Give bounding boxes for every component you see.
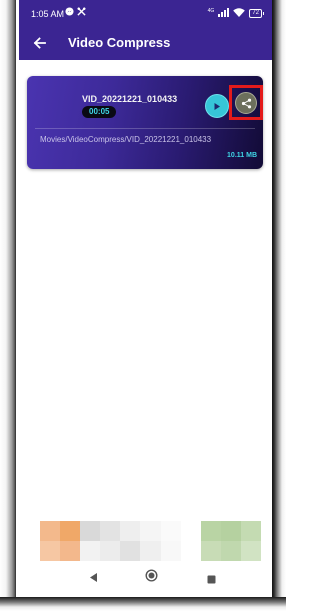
triangle-back-icon [90,573,97,582]
circle-home-icon [145,569,158,582]
nav-recents-button[interactable] [207,571,216,589]
play-icon [214,102,220,110]
app-bar: Video Compress [19,26,272,60]
wifi-icon [233,8,246,19]
ad-banner-blurred[interactable] [40,521,261,561]
duration-badge: 00:05 [82,106,117,118]
navigation-bar [19,561,272,593]
file-size: 10.11 MB [227,152,257,159]
status-bar: 1:05 AM 4G 72 [19,0,272,26]
video-filename: VID_20221221_010433 [82,94,178,104]
battery-level: 72 [249,9,262,18]
square-recents-icon [207,575,216,584]
device-frame-right [272,0,286,611]
signal-icon [218,8,230,19]
video-list-item[interactable]: VID_20221221_010433 00:05 Movies/VideoCo… [27,76,263,169]
status-time: 1:05 AM [31,9,65,19]
phone-screen: 1:05 AM 4G 72 Video Compress VID_2022122… [19,0,272,593]
share-icon [241,98,251,108]
device-frame-bottom [0,597,286,611]
video-path: Movies/VideoCompress/VID_20221221_010433 [40,135,212,144]
card-divider [35,128,255,129]
status-notification-icons [65,7,86,18]
nav-home-button[interactable] [145,569,158,587]
arrow-left-icon [33,37,46,49]
page-title: Video Compress [68,35,171,50]
status-system-icons: 4G 72 [208,8,264,19]
back-button[interactable] [29,33,49,53]
device-frame-left [0,0,16,611]
share-button[interactable] [235,92,257,114]
play-button[interactable] [205,94,229,118]
tools-icon [77,7,86,18]
battery-icon: 72 [249,9,264,18]
nav-back-button[interactable] [89,570,98,588]
network-label: 4G [207,7,215,14]
messenger-icon [65,7,74,18]
